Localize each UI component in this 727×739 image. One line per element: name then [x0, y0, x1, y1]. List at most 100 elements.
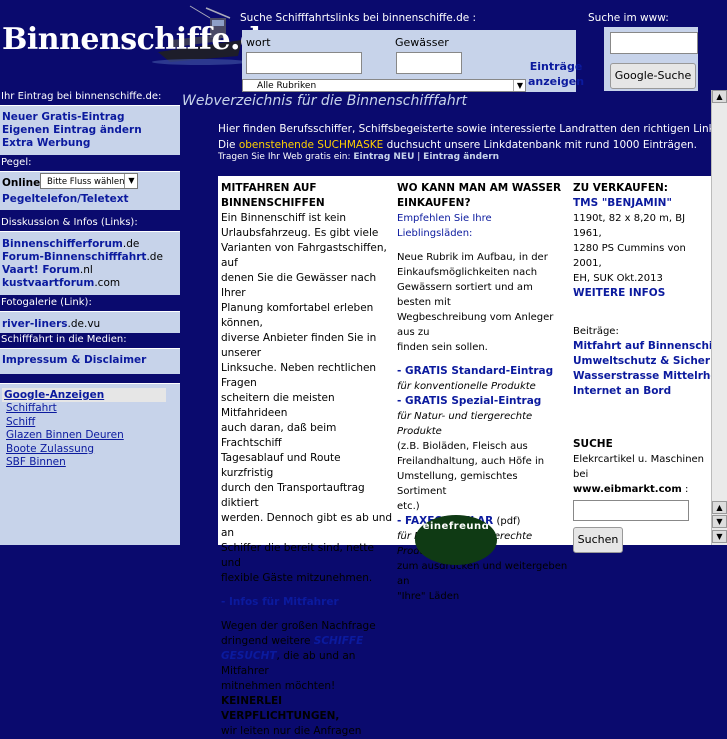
sidebar-link-forum[interactable]: kustvaartforum.com — [0, 277, 180, 290]
col2-heading-2: EINKAUFEN? — [397, 197, 471, 209]
sidebar-link-new-entry[interactable]: Neuer Gratis-Eintrag — [0, 111, 180, 124]
eibmarkt-search-button[interactable]: Suchen — [573, 527, 623, 553]
site-logo[interactable]: Binnenschiffe.de — [2, 22, 280, 57]
forum-name: kustvaartforum — [2, 277, 95, 289]
entry-new-link[interactable]: Eintrag NEU — [353, 152, 414, 162]
sidebar-head-pegel: Pegel: — [0, 156, 181, 170]
content-panel: MITFAHREN AUF BINNENSCHIFFEN Ein Binnens… — [218, 176, 712, 737]
standard-entry-link[interactable]: - GRATIS Standard-Eintrag — [397, 364, 569, 379]
sidebar-link-forum[interactable]: Binnenschifferforum.de — [0, 238, 180, 251]
col2-line: Umstellung, gemischtes Sortiment — [397, 471, 518, 497]
search-desc: Elekrcartikel u. Maschinen bei — [573, 454, 705, 480]
col1-line: Linksuche. Neben rechtlichen Fragen — [221, 362, 377, 389]
scroll-down-icon[interactable]: ▼ — [712, 530, 727, 543]
ship-desc: 1190t, 82 x 8,20 m, BJ 1961, — [573, 213, 686, 239]
sidebar-link-pegeltelefon[interactable]: Pegeltelefon/Teletext — [0, 193, 129, 206]
ad-link[interactable]: SBF Binnen — [0, 456, 180, 470]
show-entries-button[interactable]: Einträge anzeigen — [528, 59, 584, 89]
article-link[interactable]: Umweltschutz & Sicherheit — [573, 354, 712, 369]
ad-link[interactable]: Schiffahrt — [0, 402, 180, 416]
article-link[interactable]: Internet an Bord — [573, 384, 712, 399]
google-search-button[interactable]: Google-Suche — [610, 63, 696, 89]
page-title: Webverzeichnis für die Binnenschifffahrt — [182, 93, 467, 109]
col2-line: etc.) — [397, 501, 420, 512]
intro-2-start: Die — [218, 139, 239, 151]
col2-line: Neue Rubrik im Aufbau, in der — [397, 252, 548, 263]
article-link[interactable]: Mitfahrt auf Binnenschiffen — [573, 339, 712, 354]
forum-suffix: .nl — [79, 264, 93, 276]
nature-friend-badge[interactable]: einefreund — [415, 515, 497, 565]
intro-text-2: Die obenstehende SUCHMASKE duchsucht uns… — [218, 139, 697, 151]
fax-suffix: (pdf) — [493, 516, 521, 527]
column-shopping: WO KANN MAN AM WASSER EINKAUFEN? Empfehl… — [397, 181, 569, 604]
rubric-select[interactable]: Alle Rubriken — [242, 79, 526, 92]
keyword-input[interactable] — [246, 52, 362, 74]
wanted-link[interactable]: GESUCHT — [221, 650, 277, 662]
sidebar-link-gallery[interactable]: river-liners.de.vu — [0, 318, 180, 331]
search-label: Suche Schifffahrtslinks bei binnenschiff… — [240, 12, 477, 24]
online-label: Online: — [2, 177, 45, 189]
col1-heading-2: BINNENSCHIFFEN — [221, 197, 325, 209]
col1-line: Planung komfortabel erleben können, — [221, 302, 374, 329]
www-search-input[interactable] — [610, 32, 698, 54]
google-ads-title[interactable]: Google-Anzeigen — [2, 388, 166, 402]
forum-suffix: .com — [94, 277, 121, 289]
entry-edit-link[interactable]: Eintrag ändern — [423, 152, 499, 162]
ad-link[interactable]: Boote Zulassung — [0, 443, 180, 457]
sidebar-link-forum[interactable]: Vaart! Forum.nl — [0, 264, 180, 277]
forum-suffix: .de — [146, 251, 163, 263]
col1-line: dringend weitere SCHIFFE — [221, 634, 393, 649]
sidebar-link-extra-ad[interactable]: Extra Werbung — [0, 137, 180, 150]
col2-heading-1: WO KANN MAN AM WASSER — [397, 182, 562, 194]
sidebar-link-forum[interactable]: Forum-Binnenschifffahrt.de — [0, 251, 180, 264]
scrollbar[interactable]: ▲ ▲ ▼ ▼ — [711, 90, 727, 545]
col1-line: mitnehmen möchten! — [221, 680, 336, 692]
col1-line: Varianten von Fahrgastschiffen, auf — [221, 242, 387, 269]
recommend-link[interactable]: Empfehlen Sie Ihre Lieblingsläden: — [397, 211, 569, 241]
ship-benjamin-link[interactable]: TMS "BENJAMIN" — [573, 196, 712, 211]
eibmarkt-search-input[interactable] — [573, 500, 689, 521]
chevron-down-icon[interactable]: ▼ — [513, 80, 526, 91]
sidebar-head-entry: Ihr Eintrag bei binnenschiffe.de: — [0, 90, 181, 104]
column-sale: ZU VERKAUFEN: TMS "BENJAMIN" 1190t, 82 x… — [573, 181, 712, 553]
article-link[interactable]: Wasserstrasse Mittelrhein — [573, 369, 712, 384]
col2-line: finden sein sollen. — [397, 342, 488, 353]
search-heading: SUCHE — [573, 438, 613, 450]
search-desc-2: www.eibmarkt.com : — [573, 484, 689, 495]
intro-text-3: Tragen Sie Ihr Web gratis ein: Eintrag N… — [218, 152, 499, 162]
special-entry-link[interactable]: - GRATIS Spezial-Eintrag — [397, 394, 569, 409]
col1-line: scheitern die meisten Mitfahrideen — [221, 392, 335, 419]
scroll-down-icon[interactable]: ▼ — [712, 515, 727, 528]
col2-line: Gewässern sortiert und am besten mit — [397, 282, 533, 308]
sidebar-link-impressum[interactable]: Impressum & Disclaimer — [0, 354, 180, 367]
ride-info-link[interactable]: - Infos für Mitfahrer — [221, 595, 393, 610]
sidebar-head-gallery: Fotogalerie (Link): — [0, 296, 181, 310]
col2-line: Freilandhaltung, auch Höfe in — [397, 456, 545, 467]
intro-2-end: duchsucht unsere Linkdatenbank mit rund … — [383, 139, 698, 151]
chevron-down-icon[interactable]: ▼ — [124, 174, 138, 188]
more-info-link[interactable]: WEITERE INFOS — [573, 286, 712, 301]
col1-line: auch daran, daß beim Frachtschiff — [221, 422, 337, 449]
col2-line: (z.B. Bioläden, Fleisch aus — [397, 441, 528, 452]
google-ads-box: Google-Anzeigen Schiffahrt Schiff Glazen… — [0, 383, 180, 545]
sidebar-link-edit-entry[interactable]: Eigenen Eintrag ändern — [0, 124, 180, 137]
show-entries-line1: Einträge — [529, 60, 583, 73]
water-input[interactable] — [396, 52, 462, 74]
scroll-up-icon[interactable]: ▲ — [712, 90, 727, 103]
ad-link[interactable]: Glazen Binnen Deuren — [0, 429, 180, 443]
scroll-up-icon[interactable]: ▲ — [712, 501, 727, 514]
special-entry-sub: für Natur- und tiergerechte Produkte — [397, 411, 533, 437]
col1-line: durch den Transportauftrag diktiert — [221, 482, 365, 509]
col2-line: Einkaufsmöglichkeiten nach — [397, 267, 538, 278]
col1-line: Wegen der großen Nachfrage — [221, 620, 376, 632]
show-entries-line2: anzeigen — [528, 75, 585, 88]
ships-wanted-link[interactable]: SCHIFFE — [314, 635, 363, 647]
col1-heading-1: MITFAHREN AUF — [221, 182, 317, 194]
col1-line: wir leiten nur die Anfragen — [221, 725, 362, 737]
ad-link[interactable]: Schiff — [0, 416, 180, 430]
column-ride-along: MITFAHREN AUF BINNENSCHIFFEN Ein Binnens… — [221, 181, 393, 739]
